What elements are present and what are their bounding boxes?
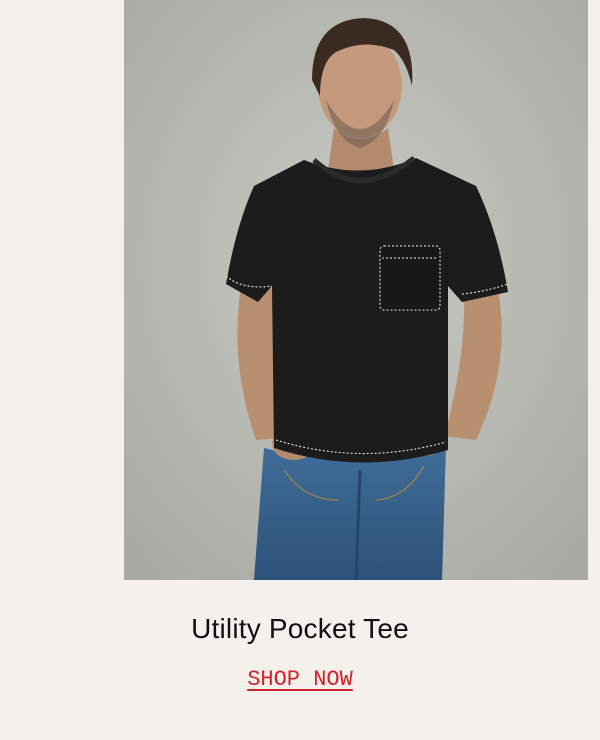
product-hero-image[interactable] [124, 0, 588, 580]
model-wearing-tee-illustration [124, 0, 588, 580]
shop-now-link[interactable]: SHOP NOW [247, 667, 353, 692]
cta-container: SHOP NOW [0, 666, 600, 694]
product-title: Utility Pocket Tee [191, 613, 409, 644]
